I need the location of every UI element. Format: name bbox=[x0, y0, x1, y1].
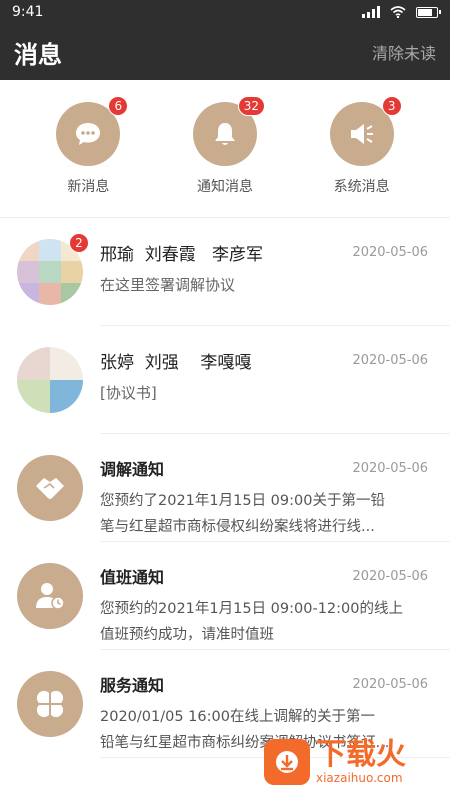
megaphone-icon bbox=[350, 123, 373, 144]
notice-avatar bbox=[17, 455, 83, 521]
unread-badge: 2 bbox=[69, 233, 89, 253]
category-icon-circle: 6 bbox=[56, 95, 129, 166]
message-date: 2020-05-06 bbox=[352, 676, 428, 692]
unread-badge: 6 bbox=[108, 95, 129, 116]
participant-names: 邢瑜 刘春霞 李彦军 bbox=[100, 245, 264, 265]
category-label: 系统消息 bbox=[333, 178, 390, 195]
message-preview: [协议书] bbox=[100, 384, 157, 402]
watermark: 下载火 xiazaihuo.com bbox=[264, 730, 444, 794]
category-label: 通知消息 bbox=[196, 178, 253, 195]
unread-badge: 3 bbox=[381, 95, 402, 116]
list-item[interactable]: 2 邢瑜 刘春霞 李彦军 2020-05-06 在这里签署调解协议 bbox=[0, 218, 450, 326]
status-icons bbox=[362, 6, 441, 18]
battery-icon bbox=[416, 6, 441, 18]
category-icon-circle: 32 bbox=[192, 95, 265, 166]
message-date: 2020-05-06 bbox=[352, 353, 428, 368]
notice-avatar bbox=[17, 563, 83, 629]
message-date: 2020-05-06 bbox=[352, 568, 428, 584]
category-label: 新消息 bbox=[67, 178, 110, 195]
category-new-messages[interactable]: 6 新消息 bbox=[33, 95, 143, 196]
group-avatar: 2 bbox=[17, 233, 89, 305]
wifi-icon bbox=[390, 6, 406, 18]
list-item[interactable]: 张婷 刘强 李嘎嘎 2020-05-06 [协议书] bbox=[0, 326, 450, 434]
user-clock-icon bbox=[36, 583, 65, 610]
unread-badge: 32 bbox=[237, 95, 265, 116]
list-item[interactable]: 调解通知 2020-05-06 您预约了2021年1月15日 09:00关于第一… bbox=[0, 434, 450, 542]
page-title: 消息 bbox=[14, 40, 62, 69]
notice-title: 服务通知 bbox=[100, 676, 165, 695]
watermark-text: 下载火 bbox=[316, 737, 406, 772]
category-system-messages[interactable]: 3 系统消息 bbox=[307, 95, 417, 196]
list-item[interactable]: 值班通知 2020-05-06 您预约的2021年1月15日 09:00-12:… bbox=[0, 542, 450, 650]
notice-title: 调解通知 bbox=[100, 460, 165, 479]
message-preview: 您预约了2021年1月15日 09:00关于第一铅 笔与红星超市商标侵权纠纷案线… bbox=[100, 493, 385, 535]
watermark-logo-icon bbox=[264, 739, 310, 785]
signal-icon bbox=[362, 6, 380, 18]
clear-unread-button[interactable]: 清除未读 bbox=[372, 40, 436, 64]
status-bar: 9:41 bbox=[0, 0, 450, 24]
group-avatar bbox=[17, 347, 83, 413]
message-preview: 在这里签署调解协议 bbox=[100, 276, 236, 294]
message-preview: 您预约的2021年1月15日 09:00-12:00的线上 值班预约成功，请准时… bbox=[100, 601, 403, 643]
message-date: 2020-05-06 bbox=[352, 245, 428, 260]
bell-icon bbox=[214, 122, 235, 145]
category-icon-circle: 3 bbox=[329, 95, 402, 166]
app-header: 消息 清除未读 bbox=[0, 24, 450, 80]
message-date: 2020-05-06 bbox=[352, 460, 428, 476]
message-list: 2 邢瑜 刘春霞 李彦军 2020-05-06 在这里签署调解协议 张婷 刘强 … bbox=[0, 218, 450, 758]
category-bar: 6 新消息 32 通知消息 3 系统消息 bbox=[0, 80, 450, 218]
handshake-icon bbox=[36, 478, 64, 499]
notice-title: 值班通知 bbox=[100, 568, 165, 587]
watermark-url: xiazaihuo.com bbox=[316, 771, 403, 785]
chat-bubble-icon bbox=[76, 122, 101, 145]
notice-avatar bbox=[17, 671, 83, 737]
category-notifications[interactable]: 32 通知消息 bbox=[170, 95, 280, 196]
status-time: 9:41 bbox=[12, 4, 44, 20]
participant-names: 张婷 刘强 李嘎嘎 bbox=[100, 353, 252, 373]
clover-icon bbox=[36, 690, 64, 718]
